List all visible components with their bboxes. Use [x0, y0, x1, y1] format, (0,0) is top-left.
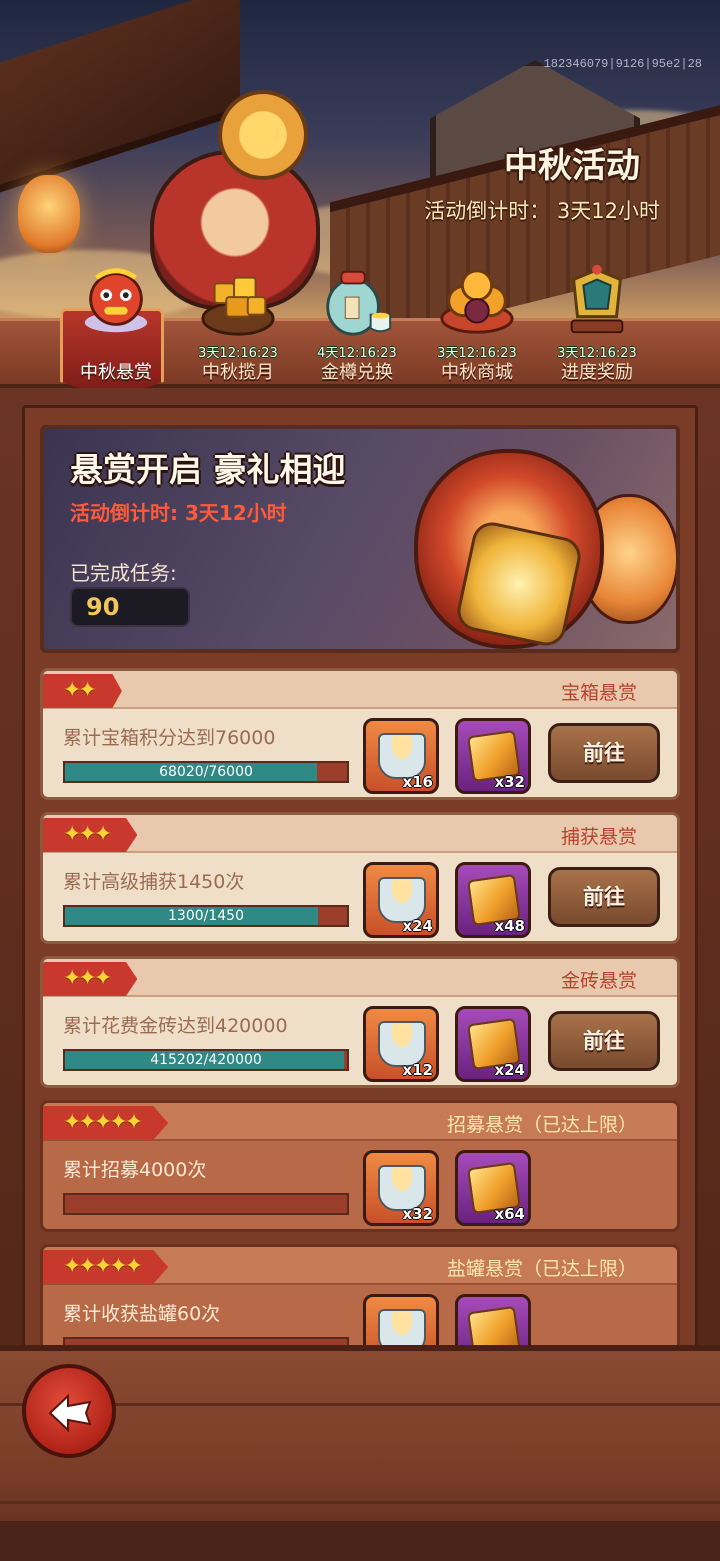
star-rating: ✦✦✦ [43, 962, 138, 996]
star-rating: ✦✦✦ [43, 818, 138, 852]
tab-label: 进度奖励 [561, 362, 633, 383]
bounty-card: ✦✦✦ 捕获悬赏 累计高级捕获1450次 1300/1450 x24 x48 前… [40, 812, 680, 944]
star-rating: ✦✦✦✦✦ [43, 1106, 169, 1140]
reward-cube-item[interactable]: x24 [455, 1006, 531, 1082]
bounty-card-header: ✦✦ 宝箱悬赏 [43, 671, 677, 709]
go-button[interactable]: 前往 [548, 723, 660, 783]
reward-cup-item[interactable]: x12 [363, 1006, 439, 1082]
hero-countdown: 活动倒计时: 3天12小时 [70, 501, 287, 525]
bounty-kind: 捕获悬赏 [560, 826, 637, 848]
star-rating: ✦✦✦✦✦ [43, 1250, 169, 1284]
tab-label: 金樽兑换 [321, 362, 393, 383]
lantern-icon [18, 175, 80, 253]
reward-quantity: x48 [494, 917, 525, 935]
reward-cube-item[interactable]: x48 [455, 862, 531, 938]
tab-label: 中秋悬赏 [80, 362, 152, 383]
bounty-kind: 金砖悬赏 [560, 970, 637, 992]
bounty-card-header: ✦✦✦ 金砖悬赏 [43, 959, 677, 997]
mooncake-plate-icon [440, 269, 514, 334]
bottom-shadow [0, 1521, 720, 1561]
wine-jar-icon [326, 270, 392, 336]
reward-cup-item[interactable]: x32 [363, 1150, 439, 1226]
bounty-card-header: ✦✦✦✦✦ 盐罐悬赏（已达上限） [43, 1247, 677, 1285]
bounty-card: ✦✦ 宝箱悬赏 累计宝箱积分达到76000 68020/76000 x16 x3… [40, 668, 680, 800]
bounty-card-header: ✦✦✦✦✦ 招募悬赏（已达上限） [43, 1103, 677, 1141]
tab-exchange[interactable]: 4天12:16:23 金樽兑换 [297, 250, 417, 390]
reward-quantity: x24 [494, 1061, 525, 1079]
progress-bar [63, 1193, 349, 1215]
reward-quantity: x32 [402, 1205, 433, 1223]
progress-bar: 1300/1450 [63, 905, 349, 927]
progress-bar: 415202/420000 [63, 1049, 349, 1071]
reward-quantity: x24 [402, 917, 433, 935]
progress-text: 415202/420000 [150, 1052, 262, 1068]
bounty-description: 累计收获盐罐60次 [63, 1303, 221, 1325]
bounty-card: ✦✦✦ 金砖悬赏 累计花费金砖达到420000 415202/420000 x1… [40, 956, 680, 1088]
reward-quantity: x16 [402, 773, 433, 791]
go-button[interactable]: 前往 [548, 867, 660, 927]
hero-title: 悬赏开启 豪礼相迎 [70, 450, 346, 489]
session-id: 182346079|9126|95e2|28 [543, 57, 702, 71]
bounty-kind: 招募悬赏（已达上限） [446, 1114, 637, 1136]
lion-dance-icon [84, 268, 148, 333]
reward-cube-item[interactable]: x32 [455, 718, 531, 794]
bounty-kind: 盐罐悬赏（已达上限） [446, 1258, 637, 1280]
progress-bar: 68020/76000 [63, 761, 349, 783]
board-divider [0, 1501, 720, 1504]
bounty-description: 累计花费金砖达到420000 [63, 1015, 288, 1037]
completed-tasks-value: 90 [70, 587, 190, 627]
progress-text: 68020/76000 [159, 764, 253, 780]
bounty-description: 累计宝箱积分达到76000 [63, 727, 276, 749]
star-rating: ✦✦ [43, 674, 122, 708]
event-countdown: 活动倒计时： 3天12小时 [424, 199, 660, 223]
reward-quantity: x32 [494, 773, 525, 791]
reward-quantity: x64 [494, 1205, 525, 1223]
tab-label: 中秋商城 [441, 362, 513, 383]
bounty-description: 累计招募4000次 [63, 1159, 207, 1181]
page-title: 中秋活动 [504, 146, 640, 186]
bounty-kind: 宝箱悬赏 [560, 682, 637, 704]
bounty-card-maxed: ✦✦✦✦✦ 招募悬赏（已达上限） 累计招募4000次 x32 x64 [40, 1100, 680, 1232]
reward-cup-item[interactable]: x16 [363, 718, 439, 794]
tab-moon[interactable]: 3天12:16:23 中秋揽月 [178, 250, 298, 390]
tab-shop[interactable]: 3天12:16:23 中秋商城 [417, 250, 537, 390]
progress-text: 1300/1450 [168, 908, 244, 924]
back-arrow-icon [48, 1393, 92, 1433]
trophy-shrine-icon [570, 264, 624, 334]
completed-tasks-label: 已完成任务: [70, 561, 177, 585]
reward-quantity: x12 [402, 1061, 433, 1079]
tab-bounty[interactable]: 中秋悬赏 [56, 250, 176, 398]
back-button[interactable] [22, 1364, 116, 1458]
reward-cube-item[interactable]: x64 [455, 1150, 531, 1226]
go-button[interactable]: 前往 [548, 1011, 660, 1071]
bounty-card-header: ✦✦✦ 捕获悬赏 [43, 815, 677, 853]
tab-progress-reward[interactable]: 3天12:16:23 进度奖励 [537, 250, 657, 390]
reward-cup-item[interactable]: x24 [363, 862, 439, 938]
glowing-lantern-icon [453, 518, 585, 649]
bounty-description: 累计高级捕获1450次 [63, 871, 245, 893]
bounty-hero-banner: 悬赏开启 豪礼相迎 活动倒计时: 3天12小时 已完成任务: 90 [40, 425, 680, 653]
mooncake-icon [218, 90, 308, 180]
gold-cubes-basket-icon [201, 276, 275, 336]
tab-label: 中秋揽月 [202, 362, 274, 383]
